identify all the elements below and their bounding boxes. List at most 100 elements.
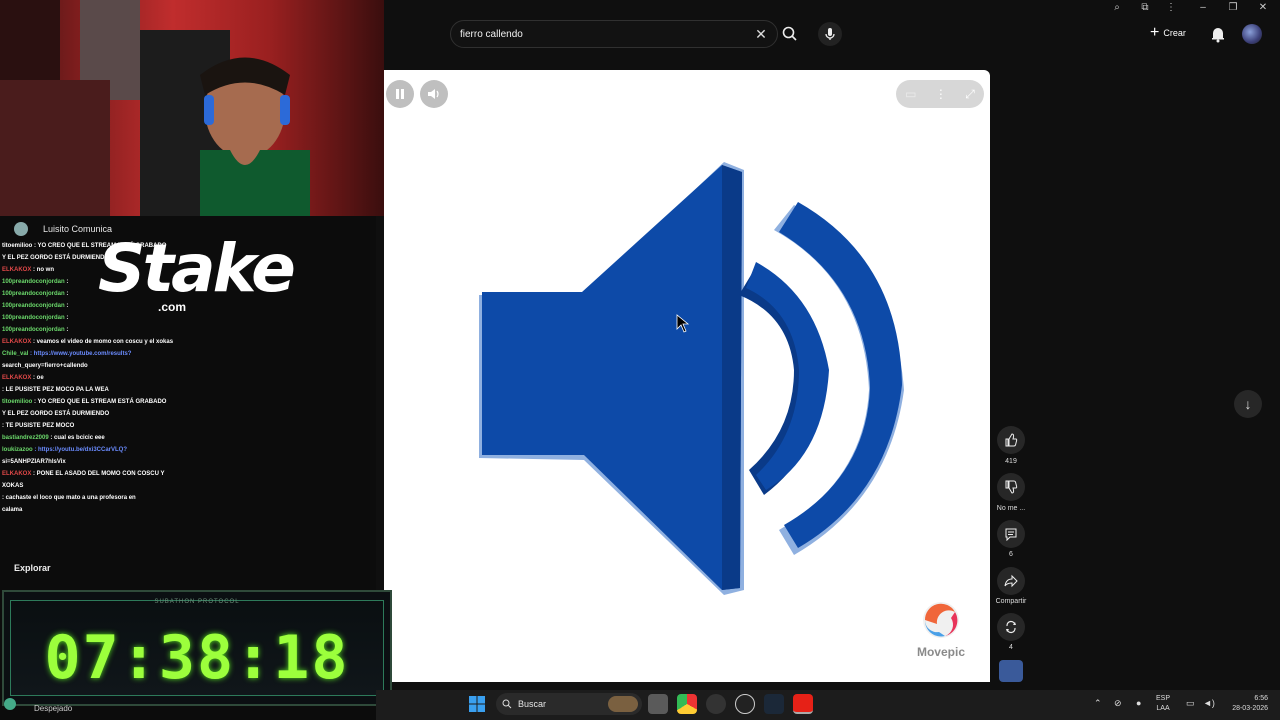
restore-icon[interactable]: ❐ [1220, 0, 1246, 16]
thumbs-down-icon [1005, 480, 1018, 494]
notifications-bell-icon[interactable] [1208, 24, 1228, 44]
captions-icon[interactable]: ▭ [905, 87, 916, 101]
more-options-icon[interactable]: ⋮ [935, 87, 947, 101]
language-code: ESP [1156, 695, 1171, 702]
chat-text: : veamos el video de momo con coscu y el… [33, 339, 174, 345]
share-icon [1004, 574, 1018, 588]
chat-message: bastiandrez2009 : cual es bcicic eee [2, 432, 376, 444]
chat-text: Y EL PEZ GORDO ESTÁ DURMIENDO [2, 255, 110, 261]
chat-text: XOKAS [2, 483, 24, 489]
weather-icon [4, 698, 16, 710]
chat-message: ELKAKOX : oe [2, 372, 376, 384]
remix-button[interactable] [997, 613, 1025, 641]
thumbs-up-icon [1005, 433, 1018, 447]
chat-username[interactable]: 100preandoconjordan [2, 315, 66, 321]
chat-username[interactable]: ELKAKOX [2, 471, 33, 477]
keyboard-layout: LAA [1156, 705, 1170, 712]
chat-username[interactable]: Chile_val [2, 351, 30, 357]
minimize-icon[interactable]: – [1190, 0, 1216, 16]
video-player[interactable]: Movepic [384, 70, 990, 682]
speaker-tray-icon[interactable]: ◄) [1203, 698, 1215, 708]
chat-text: : https://youtu.be/dxi3CCarVLQ? [34, 447, 128, 453]
browser-menu-icon[interactable]: ⋮ [1158, 0, 1184, 16]
next-video-button[interactable]: ↓ [1234, 390, 1262, 418]
zoom-icon[interactable]: ⌕ [1104, 0, 1130, 16]
pause-icon [396, 89, 404, 99]
search-input[interactable]: fierro callendo [450, 20, 778, 48]
chat-message: 100preandoconjordan : [2, 324, 376, 336]
chat-text: : PONE EL ASADO DEL MOMO CON COSCU Y [33, 471, 165, 477]
fullscreen-icon[interactable]: ⤢ [965, 87, 975, 102]
search-query: fierro callendo [460, 28, 523, 40]
sound-thumbnail[interactable] [999, 660, 1023, 682]
chat-username[interactable]: ELKAKOX [2, 375, 33, 381]
chat-message: calama [2, 504, 376, 516]
chat-text: : LE PUSISTE PEZ MOCO PA LA WEA [2, 387, 109, 393]
chat-username[interactable]: titoemilioo [2, 399, 34, 405]
windows-start-icon[interactable] [469, 696, 485, 712]
steam-icon[interactable] [764, 694, 784, 714]
movepic-logo: Movepic [912, 598, 970, 659]
share-label: Compartir [995, 598, 1027, 605]
chat-username[interactable]: 100preandoconjordan [2, 279, 66, 285]
chat-text: : [66, 327, 69, 333]
chat-username[interactable]: 100preandoconjordan [2, 327, 66, 333]
chat-text: search_query=fierro+callendo [2, 363, 88, 369]
network-off-icon[interactable]: ⊘ [1114, 698, 1122, 709]
chrome-icon[interactable] [677, 694, 697, 714]
webcam-scene [0, 0, 310, 216]
dislike-button[interactable] [997, 473, 1025, 501]
comment-count: 6 [1009, 551, 1013, 558]
comments-button[interactable] [997, 520, 1025, 548]
clear-search-icon[interactable]: ✕ [752, 24, 770, 44]
obs-icon[interactable] [706, 694, 726, 714]
chat-username[interactable]: 100preandoconjordan [2, 303, 66, 309]
pause-button[interactable] [386, 80, 414, 108]
chat-message: Y EL PEZ GORDO ESTÁ DURMIENDO [2, 408, 376, 420]
channel-avatar[interactable] [14, 222, 28, 236]
volume-icon [428, 89, 439, 99]
chat-username[interactable]: 100preandoconjordan [2, 291, 66, 297]
youtube-app-icon[interactable] [793, 694, 813, 714]
remix-icon [1006, 620, 1016, 634]
share-button[interactable] [997, 567, 1025, 595]
chat-message: ELKAKOX : PONE EL ASADO DEL MOMO CON COS… [2, 468, 376, 480]
tray-chevron-icon[interactable]: ⌃ [1094, 698, 1102, 709]
media-player-icon[interactable] [735, 694, 755, 714]
close-window-icon[interactable]: ✕ [1250, 0, 1276, 16]
chat-message: Chile_val : https://www.youtube.com/resu… [2, 348, 376, 360]
timer-title: SUBATHON PROTOCOL [154, 599, 240, 605]
chat-username[interactable]: bastiandrez2009 [2, 435, 50, 441]
chat-username[interactable]: ELKAKOX [2, 267, 33, 273]
chat-message: : cachaste el loco que mato a una profes… [2, 492, 376, 504]
system-clock[interactable]: 6:56 28-03-2026 [1222, 694, 1268, 714]
extensions-icon[interactable]: ⧉ [1132, 0, 1158, 16]
chat-message: si=5ANHPZIAR7hlsVix [2, 456, 376, 468]
chat-username[interactable]: ELKAKOX [2, 339, 33, 345]
search-icon [502, 699, 512, 709]
language-indicator[interactable]: ESP LAA [1156, 694, 1170, 714]
display-icon[interactable]: ▭ [1186, 698, 1195, 709]
microphone-icon[interactable] [818, 22, 842, 46]
search-highlight-icon [608, 696, 638, 712]
clock-time: 6:56 [1254, 695, 1268, 702]
comment-icon [1005, 528, 1017, 541]
volume-button[interactable] [420, 80, 448, 108]
chat-username[interactable]: loukizazoo [2, 447, 34, 453]
chat-message: XOKAS [2, 480, 376, 492]
stake-logo-domain: .com [158, 300, 187, 314]
subathon-timer: SUBATHON PROTOCOL 07:38:18 [2, 590, 392, 706]
weather-label[interactable]: Despejado [34, 704, 72, 713]
taskbar-search[interactable]: Buscar [496, 693, 642, 715]
microphone-tray-icon[interactable]: ● [1136, 698, 1141, 708]
chat-text: : YO CREO QUE EL STREAM ESTÁ GRABADO [34, 399, 167, 405]
chat-text: : cual es bcicic eee [50, 435, 105, 441]
arrow-down-icon: ↓ [1244, 396, 1252, 412]
like-button[interactable] [997, 426, 1025, 454]
account-avatar[interactable] [1242, 24, 1262, 44]
search-icon[interactable] [778, 22, 802, 46]
create-button[interactable]: + Crear [1150, 22, 1198, 44]
remix-count: 4 [1009, 644, 1013, 651]
file-explorer-icon[interactable] [648, 694, 668, 714]
create-label: Crear [1163, 28, 1186, 38]
